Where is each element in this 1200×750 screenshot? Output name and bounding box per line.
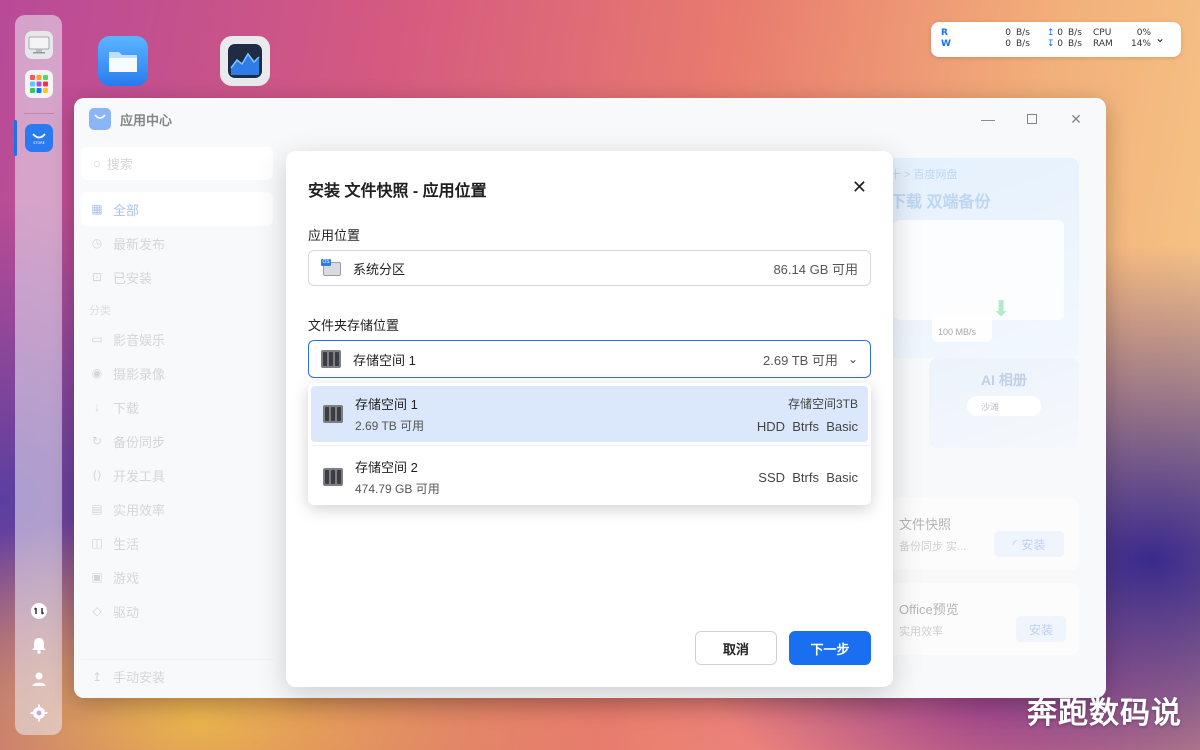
network-widget: R 0 B/s ↥ 0 B/s CPU 0% W 0 B/s ↧ 0 B/s R…	[931, 22, 1181, 57]
apps-grid-icon[interactable]	[24, 70, 53, 98]
app-location-free: 86.14 GB 可用	[773, 261, 858, 277]
folder-location-label: 文件夹存储位置	[308, 318, 400, 333]
resource-monitor-icon[interactable]	[220, 36, 270, 86]
cpu-value: 0%	[1136, 28, 1151, 38]
install-dialog: 安装 文件快照 - 应用位置 ✕ 应用位置 OS 系统分区 86.14 GB 可…	[286, 151, 893, 687]
download-unit: B/s	[1068, 39, 1082, 49]
dock-divider	[23, 113, 54, 114]
storage-drive-icon	[323, 468, 343, 486]
active-indicator	[14, 120, 17, 156]
next-button[interactable]: 下一步	[789, 631, 871, 665]
svg-text:STORE: STORE	[33, 141, 45, 145]
dialog-close-button[interactable]: ✕	[852, 177, 867, 198]
upload-value: ↥ 0	[1046, 28, 1063, 38]
storage-drive-icon	[323, 405, 343, 423]
storage-option-2[interactable]: 存储空间 2 474.79 GB 可用 SSD Btrfs Basic	[311, 449, 868, 505]
read-label: R	[941, 28, 948, 38]
write-label: W	[941, 39, 951, 49]
write-unit: B/s	[1016, 39, 1030, 49]
option-spec: SSD Btrfs Basic	[758, 469, 858, 485]
dialog-title: 安装 文件快照 - 应用位置	[308, 183, 487, 200]
close-icon: ✕	[851, 177, 867, 197]
storage-dropdown: 存储空间 1 2.69 TB 可用 存储空间3TB HDD Btrfs Basi…	[308, 383, 871, 505]
write-value: 0	[1005, 39, 1011, 49]
gear-icon[interactable]	[27, 701, 51, 725]
option-divider	[311, 445, 868, 446]
storage-option-1[interactable]: 存储空间 1 2.69 TB 可用 存储空间3TB HDD Btrfs Basi…	[311, 386, 868, 442]
app-store-icon[interactable]: STORE	[24, 124, 53, 152]
download-value: ↧ 0	[1046, 39, 1063, 49]
ram-value: 14%	[1130, 39, 1151, 49]
ram-label: RAM	[1093, 39, 1113, 49]
folder-location-free: 2.69 TB 可用	[763, 352, 838, 368]
app-location-field[interactable]: OS 系统分区 86.14 GB 可用	[308, 250, 871, 286]
sync-icon[interactable]	[27, 599, 51, 623]
chevron-down-icon: ⌄	[847, 352, 858, 366]
option-free: 474.79 GB 可用	[355, 482, 440, 496]
expand-chevron-icon[interactable]: ⌄	[1155, 31, 1165, 45]
option-name: 存储空间 1	[355, 397, 418, 412]
monitor-icon[interactable]	[24, 31, 53, 59]
cancel-button[interactable]: 取消	[695, 631, 777, 665]
upload-arrow-icon: ↥	[1046, 28, 1055, 38]
folder-location-select[interactable]: 存储空间 1 2.69 TB 可用 ⌄	[308, 340, 871, 378]
read-unit: B/s	[1016, 28, 1030, 38]
option-free: 2.69 TB 可用	[355, 419, 425, 433]
folder-location-selected: 存储空间 1	[353, 352, 416, 368]
system-disk-icon: OS	[321, 259, 343, 277]
option-spec: HDD Btrfs Basic	[756, 418, 858, 434]
upload-unit: B/s	[1068, 28, 1082, 38]
download-arrow-icon: ↧	[1046, 39, 1055, 49]
read-value: 0	[1005, 28, 1011, 38]
files-app-icon[interactable]	[98, 36, 148, 86]
cpu-label: CPU	[1093, 28, 1112, 38]
user-icon[interactable]	[27, 667, 51, 691]
bell-icon[interactable]	[27, 633, 51, 657]
app-location-name: 系统分区	[353, 261, 406, 277]
storage-drive-icon	[321, 350, 341, 368]
option-volume: 存储空间3TB	[787, 396, 858, 411]
watermark: 奔跑数码说	[1027, 697, 1182, 730]
dock: STORE	[14, 15, 62, 735]
option-name: 存储空间 2	[355, 460, 418, 475]
app-location-label: 应用位置	[308, 228, 361, 243]
